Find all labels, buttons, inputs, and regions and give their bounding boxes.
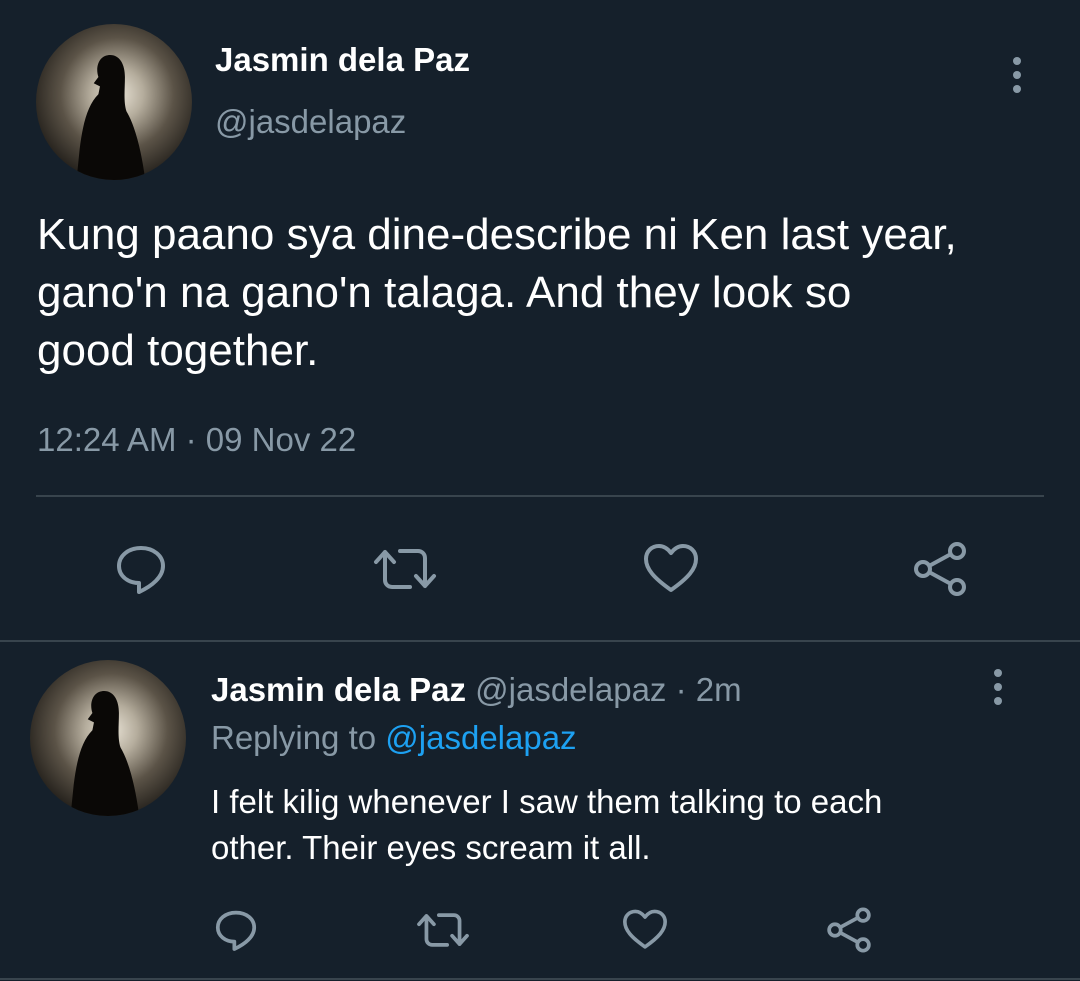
avatar[interactable] bbox=[36, 24, 192, 180]
like-icon bbox=[623, 909, 667, 949]
divider bbox=[36, 495, 1044, 497]
retweet-button[interactable] bbox=[370, 540, 440, 598]
tweet-text: I felt kilig whenever I saw them talking… bbox=[211, 779, 1051, 871]
author-name[interactable]: Jasmin dela Paz bbox=[215, 38, 470, 82]
retweet-icon bbox=[374, 549, 436, 589]
reply-icon bbox=[117, 546, 165, 594]
like-button[interactable] bbox=[640, 540, 702, 598]
avatar-silhouette-icon bbox=[76, 55, 146, 180]
retweet-button[interactable] bbox=[414, 906, 472, 954]
retweet-icon bbox=[417, 913, 469, 947]
reply-button[interactable] bbox=[212, 906, 260, 954]
reply-icon bbox=[215, 910, 257, 951]
separator-dot: · bbox=[185, 421, 197, 458]
more-options-icon[interactable] bbox=[989, 669, 1007, 705]
tweet-timestamp[interactable]: 12:24 AM · 09 Nov 22 bbox=[37, 418, 356, 462]
like-button[interactable] bbox=[620, 906, 670, 954]
tweet-time: 12:24 AM bbox=[37, 421, 177, 458]
share-button[interactable] bbox=[824, 906, 874, 954]
more-options-icon[interactable] bbox=[1008, 57, 1026, 93]
main-tweet: Jasmin dela Paz @jasdelapaz Kung paano s… bbox=[0, 0, 1080, 640]
avatar[interactable] bbox=[30, 660, 186, 816]
tweet-text-line: gano'n na gano'n talaga. And they look s… bbox=[37, 268, 852, 317]
tweet-text-line: I felt kilig whenever I saw them talking… bbox=[211, 783, 883, 820]
tweet-date: 09 Nov 22 bbox=[205, 421, 357, 458]
reply-tweet[interactable]: Jasmin dela Paz @jasdelapaz · 2m Replyin… bbox=[0, 642, 1080, 981]
author-name[interactable]: Jasmin dela Paz bbox=[211, 671, 466, 708]
replying-to: Replying to @jasdelapaz bbox=[211, 716, 577, 760]
tweet-text-line: Kung paano sya dine-describe ni Ken last… bbox=[37, 210, 957, 259]
share-icon bbox=[827, 907, 871, 953]
author-handle[interactable]: @jasdelapaz bbox=[475, 671, 666, 708]
share-icon bbox=[914, 542, 966, 596]
tweet-text-line: other. Their eyes scream it all. bbox=[211, 829, 651, 866]
tweet-text-line: good together. bbox=[37, 326, 319, 375]
tweet-text: Kung paano sya dine-describe ni Ken last… bbox=[37, 206, 1057, 380]
author-handle[interactable]: @jasdelapaz bbox=[215, 100, 406, 144]
reply-button[interactable] bbox=[112, 540, 170, 598]
avatar-silhouette-icon bbox=[70, 691, 140, 816]
tweet-age[interactable]: 2m bbox=[696, 671, 742, 708]
replying-to-label: Replying to bbox=[211, 719, 377, 756]
separator-dot: · bbox=[675, 671, 687, 708]
share-button[interactable] bbox=[910, 540, 970, 598]
bottom-divider bbox=[0, 978, 1080, 980]
reply-header: Jasmin dela Paz @jasdelapaz · 2m bbox=[211, 668, 742, 712]
like-icon bbox=[644, 544, 698, 592]
replying-to-handle[interactable]: @jasdelapaz bbox=[385, 719, 576, 756]
